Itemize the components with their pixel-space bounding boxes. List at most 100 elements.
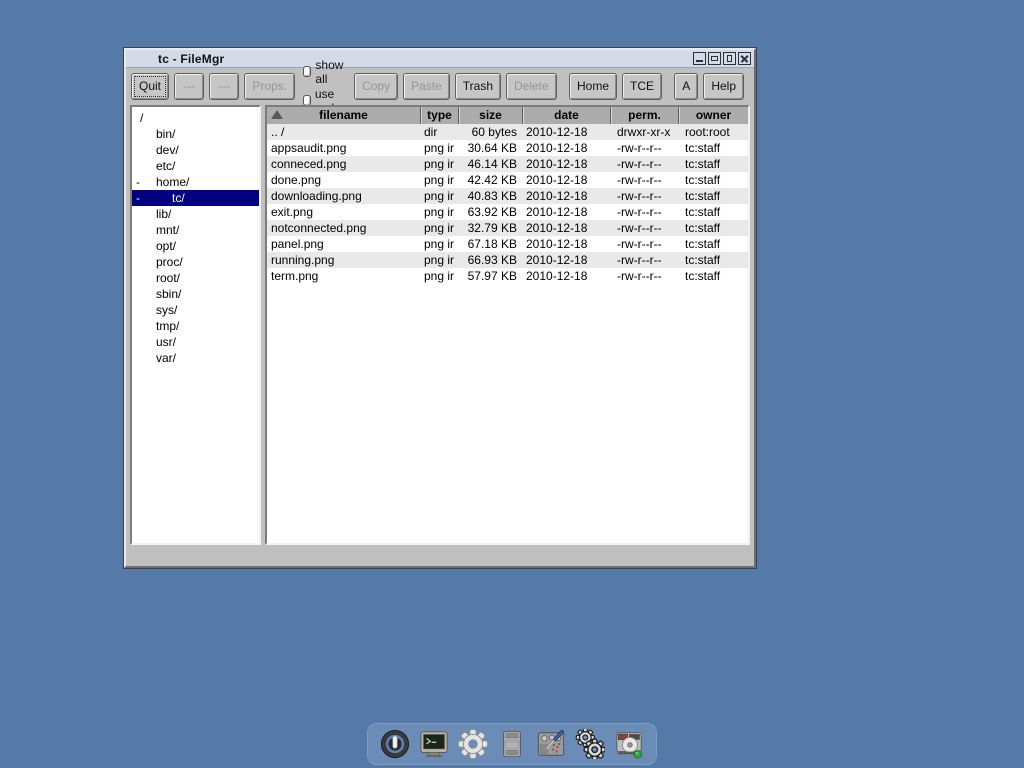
column-header-type[interactable]: type — [420, 107, 458, 124]
tree-item-proc[interactable]: proc/ — [132, 254, 259, 270]
tree-item-home[interactable]: -home/ — [132, 174, 259, 190]
table-row[interactable]: term.pngpng ir57.97 KB2010-12-18-rw-r--r… — [267, 268, 748, 284]
power-icon[interactable] — [380, 729, 410, 759]
tree-item-etc[interactable]: etc/ — [132, 158, 259, 174]
tree-item-bin[interactable]: bin/ — [132, 126, 259, 142]
quit-button[interactable]: Quit — [131, 73, 169, 100]
content-area: /bin/dev/etc/-home/-tc/lib/mnt/opt/proc/… — [126, 104, 754, 566]
cell-filename: appsaudit.png — [267, 140, 420, 156]
tree-item-label: lib/ — [132, 207, 171, 221]
cell-type: png ir — [420, 236, 458, 252]
show-all-option[interactable]: show all — [303, 58, 346, 86]
show-all-checkbox[interactable] — [303, 66, 311, 77]
cell-owner: tc:staff — [678, 220, 748, 236]
cell-type: png ir — [420, 268, 458, 284]
tree-item-label: usr/ — [132, 335, 176, 349]
tree-item-tc[interactable]: -tc/ — [132, 190, 259, 206]
title-bar[interactable]: tc - FileMgr — [126, 50, 754, 68]
blank-button-2[interactable]: --- — [209, 73, 239, 100]
cell-owner: tc:staff — [678, 268, 748, 284]
tree-item-dev[interactable]: dev/ — [132, 142, 259, 158]
props-button[interactable]: Props. — [244, 73, 295, 100]
maximize-button[interactable] — [708, 52, 721, 65]
cell-perm: -rw-r--r-- — [610, 188, 678, 204]
tree-item-usr[interactable]: usr/ — [132, 334, 259, 350]
cell-type: png ir — [420, 204, 458, 220]
delete-button[interactable]: Delete — [506, 73, 557, 100]
table-row[interactable]: running.pngpng ir66.93 KB2010-12-18-rw-r… — [267, 252, 748, 268]
tree-item-tmp[interactable]: tmp/ — [132, 318, 259, 334]
table-row[interactable]: downloading.pngpng ir40.83 KB2010-12-18-… — [267, 188, 748, 204]
directory-tree[interactable]: /bin/dev/etc/-home/-tc/lib/mnt/opt/proc/… — [130, 105, 261, 545]
expander-icon[interactable]: - — [136, 190, 140, 206]
tree-item-label: opt/ — [132, 239, 176, 253]
cell-filename: panel.png — [267, 236, 420, 252]
cell-date: 2010-12-18 — [522, 124, 610, 140]
cell-date: 2010-12-18 — [522, 188, 610, 204]
cell-date: 2010-12-18 — [522, 236, 610, 252]
column-header-owner[interactable]: owner — [678, 107, 748, 124]
copy-button[interactable]: Copy — [354, 73, 398, 100]
tree-item-label: tmp/ — [132, 319, 179, 333]
column-header-size[interactable]: size — [458, 107, 522, 124]
cell-date: 2010-12-18 — [522, 140, 610, 156]
cell-date: 2010-12-18 — [522, 172, 610, 188]
cell-size: 40.83 KB — [458, 188, 522, 204]
trash-button[interactable]: Trash — [455, 73, 501, 100]
cell-size: 30.64 KB — [458, 140, 522, 156]
home-button[interactable]: Home — [569, 73, 617, 100]
tree-item-var[interactable]: var/ — [132, 350, 259, 366]
cell-type: png ir — [420, 156, 458, 172]
a-button[interactable]: A — [674, 73, 698, 100]
terminal-icon[interactable] — [419, 729, 449, 759]
table-row[interactable]: .. /dir60 bytes2010-12-18drwxr-xr-xroot:… — [267, 124, 748, 140]
cell-filename: term.png — [267, 268, 420, 284]
tree-item-label: etc/ — [132, 159, 175, 173]
tree-item-mnt[interactable]: mnt/ — [132, 222, 259, 238]
tree-item-[interactable]: / — [132, 110, 259, 126]
close-button[interactable] — [738, 52, 751, 65]
cell-filename: exit.png — [267, 204, 420, 220]
cell-perm: -rw-r--r-- — [610, 236, 678, 252]
column-header-perm[interactable]: perm. — [610, 107, 678, 124]
cell-size: 60 bytes — [458, 124, 522, 140]
tree-item-opt[interactable]: opt/ — [132, 238, 259, 254]
shade-button[interactable] — [723, 52, 736, 65]
tree-item-label: sys/ — [132, 303, 177, 317]
table-row[interactable]: done.pngpng ir42.42 KB2010-12-18-rw-r--r… — [267, 172, 748, 188]
cell-filename: downloading.png — [267, 188, 420, 204]
table-row[interactable]: notconnected.pngpng ir32.79 KB2010-12-18… — [267, 220, 748, 236]
show-all-label: show all — [315, 58, 346, 86]
tree-item-label: dev/ — [132, 143, 179, 157]
minimize-icon — [696, 60, 703, 62]
settings-gear-icon[interactable] — [458, 729, 488, 759]
cell-owner: tc:staff — [678, 140, 748, 156]
paste-button[interactable]: Paste — [403, 73, 450, 100]
minimize-button[interactable] — [693, 52, 706, 65]
table-row[interactable]: exit.pngpng ir63.92 KB2010-12-18-rw-r--r… — [267, 204, 748, 220]
cell-perm: -rw-r--r-- — [610, 252, 678, 268]
mount-drive-icon[interactable] — [614, 729, 644, 759]
tree-item-sbin[interactable]: sbin/ — [132, 286, 259, 302]
table-row[interactable]: conneced.pngpng ir46.14 KB2010-12-18-rw-… — [267, 156, 748, 172]
tree-item-root[interactable]: root/ — [132, 270, 259, 286]
gears-icon[interactable] — [575, 729, 605, 759]
tce-button[interactable]: TCE — [622, 73, 662, 100]
help-button[interactable]: Help — [703, 73, 744, 100]
control-panel-icon[interactable] — [536, 729, 566, 759]
cell-date: 2010-12-18 — [522, 204, 610, 220]
tree-item-label: var/ — [132, 351, 176, 365]
table-row[interactable]: panel.pngpng ir67.18 KB2010-12-18-rw-r--… — [267, 236, 748, 252]
expander-icon[interactable]: - — [136, 174, 140, 190]
cell-perm: -rw-r--r-- — [610, 156, 678, 172]
column-header-date[interactable]: date — [522, 107, 610, 124]
table-row[interactable]: appsaudit.pngpng ir30.64 KB2010-12-18-rw… — [267, 140, 748, 156]
apps-box-icon[interactable] — [497, 729, 527, 759]
tree-item-lib[interactable]: lib/ — [132, 206, 259, 222]
tree-item-sys[interactable]: sys/ — [132, 302, 259, 318]
cell-owner: root:root — [678, 124, 748, 140]
sort-ascending-icon — [271, 110, 283, 119]
blank-button-1[interactable]: --- — [174, 73, 204, 100]
column-header-filename[interactable]: filename — [267, 107, 420, 124]
maximize-icon — [711, 56, 718, 61]
